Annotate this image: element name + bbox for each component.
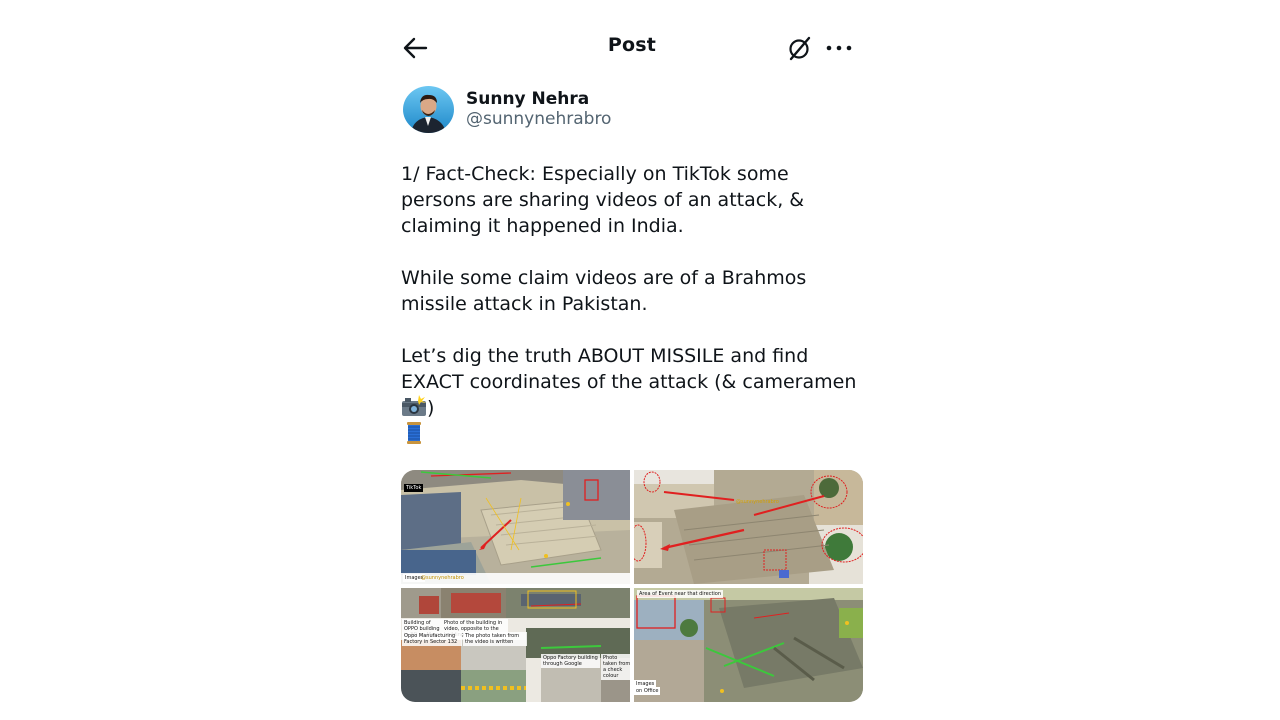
tile3-label-e: Oppo Factory building through Google: [541, 654, 600, 668]
post-paragraph-3-end: ): [427, 397, 435, 419]
grok-button[interactable]: [785, 33, 815, 63]
tiktok-tag: TikTok: [404, 484, 424, 492]
post-paragraph-1: 1/ Fact-Check: Especially on TikTok some…: [401, 163, 811, 237]
post-page: Post Sunny Nehra @sunnynehrabro 1/ Fact-…: [0, 0, 1280, 720]
post-author: Sunny Nehra @sunnynehrabro: [403, 86, 863, 136]
media-image-1[interactable]: TikTok Images @sunnynehrabro: [401, 470, 630, 584]
grok-icon: [789, 36, 811, 61]
aerial-site-image: [634, 588, 863, 702]
more-options-button[interactable]: [824, 33, 854, 63]
avatar[interactable]: [403, 86, 454, 133]
post-header: Post: [400, 28, 864, 68]
post-text: 1/ Fact-Check: Especially on TikTok some…: [401, 161, 863, 449]
aerial-field-image: [634, 470, 863, 584]
media-image-3[interactable]: Building of OPPO building in 3D on Maps …: [401, 588, 630, 702]
author-handle[interactable]: @sunnynehrabro: [466, 109, 611, 129]
thread-spool-emoji-icon: [407, 422, 421, 444]
tile3-label-f: Photo taken from a check colour: [601, 654, 630, 680]
more-dots-icon: [826, 45, 852, 51]
tile3-label-c: Oppo Manufacturing Factory in Sector 132: [402, 632, 462, 646]
post-paragraph-3: Let’s dig the truth ABOUT MISSILE and fi…: [401, 343, 863, 449]
post-paragraph-2: While some claim videos are of a Brahmos…: [401, 267, 813, 315]
author-name[interactable]: Sunny Nehra: [466, 89, 589, 109]
tile1-watermark: @sunnynehrabro: [421, 575, 464, 581]
media-image-2[interactable]: @sunnynehrabro: [634, 470, 863, 584]
tile4-label-c: on Office: [634, 687, 661, 695]
tile4-label-a: Area of Event near that direction: [637, 590, 724, 598]
tile3-label-d: The photo taken from the video is writte…: [463, 632, 527, 646]
aerial-factory-image: [401, 470, 630, 584]
post-paragraph-3-text: Let’s dig the truth ABOUT MISSILE and fi…: [401, 345, 857, 393]
avatar-image: [403, 86, 454, 133]
media-image-4[interactable]: Area of Event near that direction Images…: [634, 588, 863, 702]
post-media-grid: TikTok Images @sunnynehrabro @sunnynehra…: [401, 470, 863, 702]
tile2-watermark: @sunnynehrabro: [736, 499, 779, 505]
camera-flash-emoji-icon: [402, 395, 426, 416]
